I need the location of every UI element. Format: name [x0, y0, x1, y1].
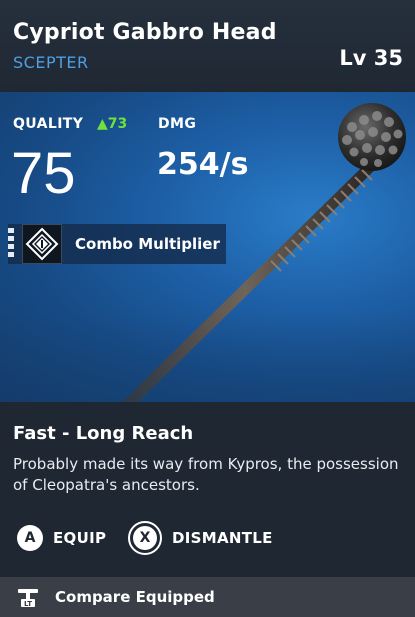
compare-equipped-bar[interactable]: LT Compare Equipped [0, 577, 415, 617]
svg-text:LT: LT [24, 600, 32, 608]
x-button-icon: X [133, 526, 157, 550]
dismantle-button[interactable]: X DISMANTLE [128, 521, 273, 555]
description-text: Probably made its way from Kypros, the p… [13, 455, 399, 494]
dmg-value: 254/s [157, 147, 249, 182]
equip-label: EQUIP [53, 529, 107, 547]
description-title: Fast - Long Reach [13, 423, 194, 444]
item-preview: QUALITY ▲73 DMG 75 254/s Combo Multiplie… [0, 92, 415, 402]
item-header: Cypriot Gabbro Head SCEPTER Lv 35 [0, 0, 415, 90]
quality-delta-value: 73 [107, 116, 128, 132]
combo-multiplier-icon [22, 224, 62, 264]
compare-icon: LT [18, 589, 38, 608]
compare-equipped-label: Compare Equipped [55, 588, 215, 606]
item-title: Cypriot Gabbro Head [13, 20, 277, 45]
equip-button[interactable]: A EQUIP [17, 523, 106, 553]
arrow-up-icon: ▲ [97, 116, 108, 132]
perk-tier-bars [8, 228, 16, 260]
quality-delta: ▲73 [97, 116, 127, 132]
quality-label: QUALITY [13, 116, 84, 132]
item-level: Lv 35 [339, 46, 403, 70]
dismantle-label: DISMANTLE [172, 529, 273, 547]
dmg-label: DMG [158, 116, 197, 132]
quality-value: 75 [11, 141, 76, 206]
perk-combo-multiplier[interactable]: Combo Multiplier [8, 224, 226, 264]
item-card: Cypriot Gabbro Head SCEPTER Lv 35 QUALIT… [0, 0, 415, 617]
hold-ring-icon: X [128, 521, 162, 555]
a-button-icon: A [17, 525, 43, 551]
item-type: SCEPTER [13, 53, 89, 72]
perk-label: Combo Multiplier [75, 235, 220, 253]
